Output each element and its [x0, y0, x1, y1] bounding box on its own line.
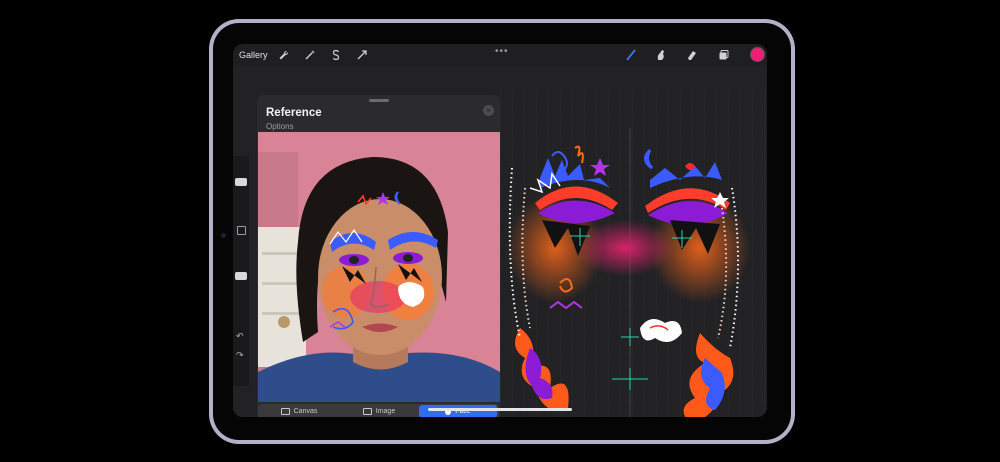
- home-indicator[interactable]: [428, 408, 572, 411]
- gallery-button[interactable]: Gallery: [239, 47, 268, 63]
- close-icon[interactable]: ×: [483, 105, 494, 116]
- eyedropper-square-button[interactable]: [237, 226, 246, 235]
- tab-canvas-label: Canvas: [293, 408, 318, 415]
- front-camera: [221, 233, 226, 238]
- eraser-icon[interactable]: [685, 47, 699, 63]
- more-options-dots[interactable]: •••: [495, 46, 509, 57]
- layers-icon[interactable]: [717, 47, 731, 63]
- canvas-area[interactable]: ↶ ↷ Reference Options × Canvas Image Fac…: [233, 66, 767, 417]
- smudge-icon[interactable]: [654, 47, 668, 63]
- panel-grabber[interactable]: [369, 99, 389, 102]
- transform-arrow-icon[interactable]: [355, 47, 369, 63]
- color-picker-swatch[interactable]: [750, 47, 765, 62]
- procreate-screen: Gallery ••• ↶ ↷ Reference Options × Canv…: [233, 44, 767, 417]
- reference-options-link[interactable]: Options: [266, 122, 294, 131]
- left-sidebar: ↶ ↷: [233, 156, 249, 386]
- tab-image[interactable]: Image: [340, 405, 418, 417]
- magic-wand-icon[interactable]: [303, 47, 317, 63]
- image-icon: [362, 408, 372, 415]
- tab-face[interactable]: Face: [419, 405, 497, 417]
- undo-icon[interactable]: ↶: [236, 331, 244, 342]
- tab-image-label: Image: [375, 408, 396, 415]
- brush-size-slider[interactable]: [235, 178, 247, 186]
- adjust-wrench-icon[interactable]: [277, 47, 291, 63]
- canvas-icon: [280, 408, 290, 415]
- redo-icon[interactable]: ↷: [236, 350, 244, 361]
- reference-panel: Reference Options × Canvas Image Face: [257, 95, 500, 417]
- reference-title: Reference: [266, 107, 322, 119]
- face-camera-preview: [258, 132, 500, 402]
- tab-canvas[interactable]: Canvas: [260, 405, 338, 417]
- opacity-slider[interactable]: [235, 272, 247, 280]
- face-paint-artwork[interactable]: [500, 88, 767, 417]
- brush-icon[interactable]: [624, 47, 638, 63]
- selection-s-icon[interactable]: [329, 47, 343, 63]
- top-toolbar: Gallery •••: [233, 44, 767, 66]
